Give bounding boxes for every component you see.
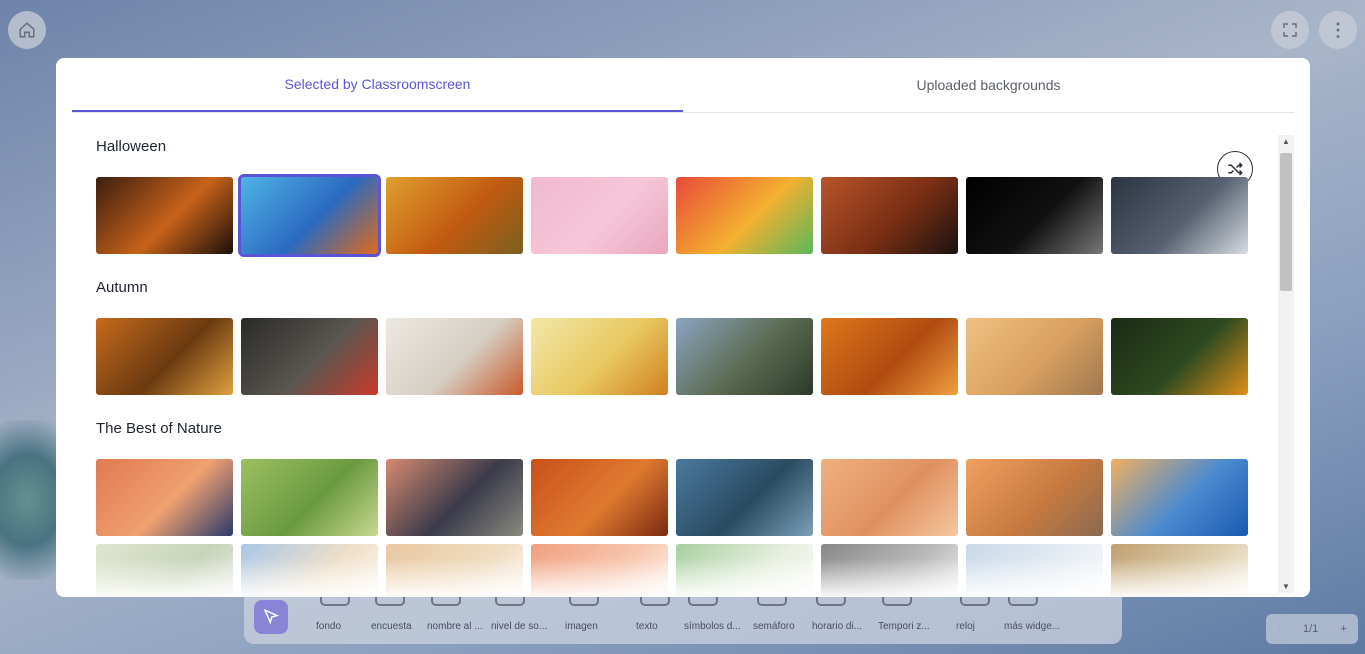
- background-thumb-hanging-leaves[interactable]: [386, 318, 523, 395]
- toolbar-item-label[interactable]: semáforo: [753, 621, 795, 632]
- toolbar-item-label[interactable]: Tempori z...: [878, 621, 930, 632]
- tab-bar: Selected by Classroomscreen Uploaded bac…: [72, 58, 1294, 113]
- fullscreen-icon: [1283, 23, 1297, 37]
- background-thumb-antelope-canyon[interactable]: [531, 459, 668, 536]
- more-vertical-icon: ⋮: [1329, 19, 1347, 40]
- add-page-button[interactable]: +: [1340, 623, 1346, 635]
- background-thumb-maple-leaves[interactable]: [96, 318, 233, 395]
- background-thumb-yosemite-valley[interactable]: [676, 318, 813, 395]
- pager-prev-button[interactable]: ‹: [1277, 623, 1281, 635]
- background-thumb-fjord-river[interactable]: [676, 459, 813, 536]
- background-thumb-autumn-bokeh[interactable]: [531, 318, 668, 395]
- background-thumb-jack-o-lantern-blue[interactable]: [238, 174, 381, 257]
- background-thumb-full-moon-bats[interactable]: [1111, 177, 1248, 254]
- toolbar-item-label[interactable]: texto: [636, 621, 658, 632]
- section-title: Autumn: [96, 279, 148, 296]
- background-thumb-twelve-apostles[interactable]: [966, 459, 1103, 536]
- widget-toolbar: fondo encuesta nombre al ... nivel de so...…: [244, 594, 1122, 644]
- section-title: The Best of Nature: [96, 420, 222, 437]
- background-thumb-cat-witch-hat[interactable]: [821, 177, 958, 254]
- scrollbar-thumb[interactable]: [1280, 153, 1292, 291]
- toolbar-item-label[interactable]: encuesta: [371, 621, 412, 632]
- background-thumb-mount-fuji-dusk[interactable]: [386, 459, 523, 536]
- backgrounds-gallery: Halloween Autumn The Best of Nature: [96, 138, 1256, 597]
- home-button[interactable]: [8, 11, 46, 49]
- toolbar-item-label[interactable]: reloj: [956, 621, 975, 632]
- gallery-fade: [96, 558, 1256, 597]
- home-icon: [19, 22, 35, 38]
- background-thumb-forest-mushroom[interactable]: [1111, 318, 1248, 395]
- pager-text: 1/1: [1302, 623, 1319, 635]
- section-title: Halloween: [96, 138, 167, 155]
- toolbar-item-label[interactable]: símbolos d...: [684, 621, 741, 632]
- menu-button[interactable]: ⋮: [1319, 11, 1357, 49]
- background-thumb-green-hills[interactable]: [241, 459, 378, 536]
- toolbar-item-label[interactable]: nombre al ...: [427, 621, 483, 632]
- gallery-scrollbar[interactable]: ▲ ▼: [1278, 135, 1294, 593]
- background-thumb-desert-dunes[interactable]: [821, 459, 958, 536]
- toolbar-item-label[interactable]: horario di...: [812, 621, 862, 632]
- toolbar-item-label[interactable]: imagen: [565, 621, 598, 632]
- background-thumb-candy-assortment[interactable]: [676, 177, 813, 254]
- fullscreen-button[interactable]: [1271, 11, 1309, 49]
- background-thumb-candy-pink[interactable]: [531, 177, 668, 254]
- background-thumb-misty-lake-pier[interactable]: [966, 318, 1103, 395]
- toolbar-item-label[interactable]: más widge...: [1004, 621, 1060, 632]
- background-picker-modal: Selected by Classroomscreen Uploaded bac…: [56, 58, 1310, 597]
- tab-uploaded-backgrounds[interactable]: Uploaded backgrounds: [683, 58, 1294, 111]
- scroll-up-icon[interactable]: ▲: [1282, 137, 1290, 146]
- background-thumb-leaf-veins[interactable]: [821, 318, 958, 395]
- background-thumb-pumpkins-night-path[interactable]: [96, 177, 233, 254]
- page-pager: ‹ 1/1 +: [1266, 614, 1358, 644]
- pointer-tool-button[interactable]: [254, 600, 288, 634]
- toolbar-item-label[interactable]: fondo: [316, 621, 341, 632]
- pointer-icon: [263, 608, 280, 625]
- background-thumb-pumpkin-patch[interactable]: [386, 177, 523, 254]
- scroll-down-icon[interactable]: ▼: [1282, 582, 1290, 591]
- toolbar-item-label[interactable]: nivel de so...: [491, 621, 547, 632]
- background-thumb-red-mushroom[interactable]: [241, 318, 378, 395]
- background-thumb-blue-ridges[interactable]: [1111, 459, 1248, 536]
- background-thumb-spiderweb-frame[interactable]: [966, 177, 1103, 254]
- background-thumb-mountain-sunset[interactable]: [96, 459, 233, 536]
- tab-selected-by-classroomscreen[interactable]: Selected by Classroomscreen: [72, 58, 683, 112]
